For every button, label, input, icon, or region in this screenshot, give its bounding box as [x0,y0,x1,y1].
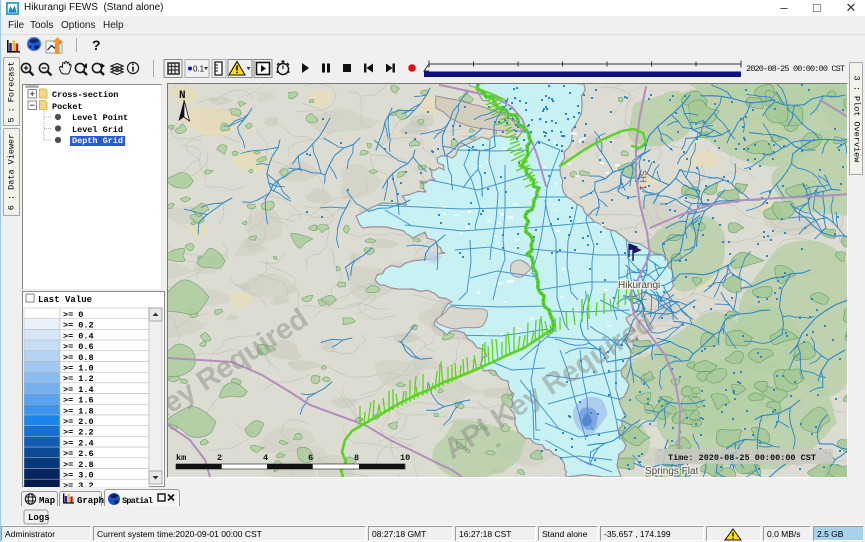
svg-text:Map: Map [39,496,55,506]
svg-text:Hikurangi: Hikurangi [618,280,660,291]
svg-text:0.1: 0.1 [193,65,205,74]
svg-text:km: km [176,453,186,463]
svg-text:Last Value: Last Value [38,295,92,305]
svg-text:2020-08-25 00:00:00 CST: 2020-08-25 00:00:00 CST [746,64,845,74]
svg-text:Logs: Logs [28,513,50,523]
svg-text:10: 10 [400,453,410,463]
svg-text:Springs Flat: Springs Flat [645,466,699,477]
svg-text:8: 8 [354,453,359,463]
svg-text:?: ? [92,37,101,53]
svg-text:6: 6 [308,453,313,463]
svg-text:4: 4 [263,453,268,463]
svg-text:SH 1: SH 1 [638,170,648,190]
svg-text:Spatial: Spatial [122,496,153,506]
svg-text:2: 2 [217,453,222,463]
svg-text:Graph: Graph [77,496,104,506]
svg-text:N: N [179,90,186,102]
svg-text:Time: 2020-08-25 00:00:00 CST: Time: 2020-08-25 00:00:00 CST [668,453,816,463]
